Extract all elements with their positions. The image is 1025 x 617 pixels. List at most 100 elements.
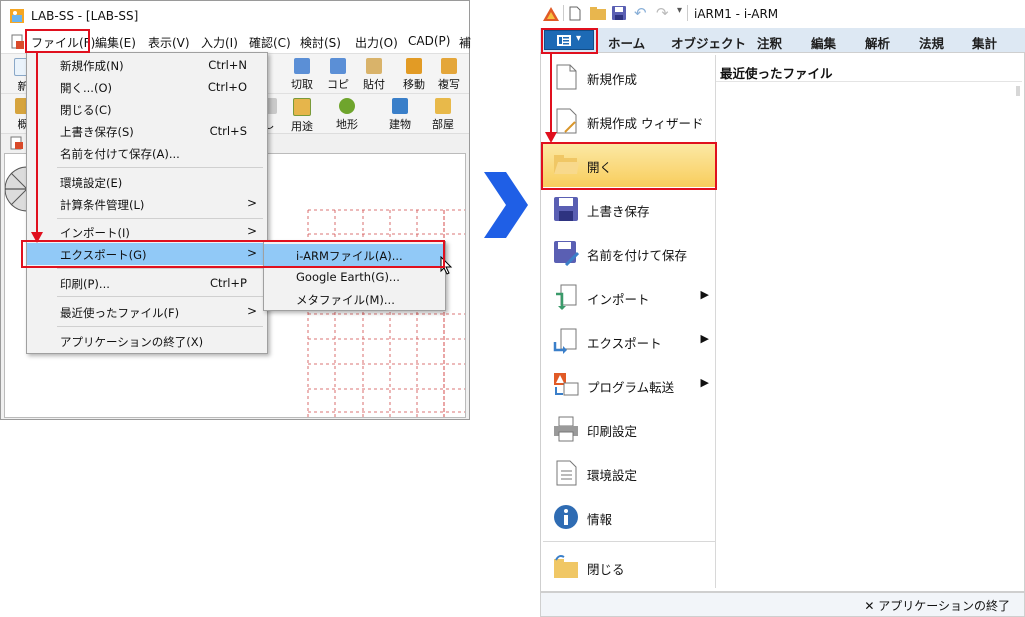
menu-review[interactable]: 検討(S): [300, 34, 341, 51]
tab-tally[interactable]: 集計: [972, 33, 997, 52]
toolbar-usage-button[interactable]: 用途: [286, 96, 318, 134]
recent-files-panel: 最近使ったファイル: [716, 55, 1022, 588]
cut-icon: [294, 58, 310, 74]
application-menu-list: 新規作成 新規作成 ウィザード 開く 上書き保存 名前を付けて保存 インポート …: [543, 55, 716, 588]
copy-icon: [330, 58, 346, 74]
menu-item-recent-files[interactable]: 最近使ったファイル(F) >: [27, 301, 267, 323]
iarm-window: ↶ ↷ ▾ iARM1 - i-ARM ▾ ホーム オブジェクト 注釈 編集 解…: [540, 0, 1025, 617]
file-menu-dropdown: 新規作成(N) Ctrl+N 開く...(O) Ctrl+O 閉じる(C) 上書…: [26, 52, 268, 354]
toolbar-duplicate-button[interactable]: 複写: [433, 56, 465, 92]
import-icon: [556, 284, 577, 310]
toolbar-divider: [687, 5, 688, 21]
guide-arrow-right: [545, 54, 557, 143]
menu-item-new[interactable]: 新規作成(N) Ctrl+N: [27, 54, 267, 76]
new-doc-icon[interactable]: [569, 6, 581, 21]
toolbar-room-button[interactable]: 部屋: [427, 96, 459, 132]
menu-item-save[interactable]: 上書き保存(S) Ctrl+S: [27, 120, 267, 142]
toolbar-building-button[interactable]: 建物: [384, 96, 416, 132]
submenu-arrow-icon: >: [246, 196, 257, 210]
menu-edit[interactable]: 編集(E): [95, 34, 136, 51]
undo-icon[interactable]: ↶: [634, 4, 647, 22]
menu-confirm[interactable]: 確認(C): [249, 34, 291, 51]
highlight-export-row: [21, 240, 445, 268]
app-menu-item-new-wizard[interactable]: 新規作成 ウィザード: [543, 99, 715, 143]
menu-item-exit[interactable]: アプリケーションの終了(X): [27, 330, 267, 352]
menu-output[interactable]: 出力(O): [355, 34, 398, 51]
save-icon: [554, 197, 578, 221]
submenu-arrow-icon: ▶: [700, 288, 709, 301]
save-as-icon: [554, 241, 579, 266]
app-menu-item-save[interactable]: 上書き保存: [543, 187, 715, 231]
menu-item-save-as[interactable]: 名前を付けて保存(A)...: [27, 142, 267, 164]
menu-item-calc-conditions[interactable]: 計算条件管理(L) >: [27, 193, 267, 215]
recent-files-header: 最近使ったファイル: [720, 66, 833, 81]
print-icon: [554, 416, 578, 442]
title-bar: LAB-SS - [LAB-SS]: [1, 1, 469, 31]
highlight-open-item: [541, 142, 717, 190]
submenu-arrow-icon: >: [246, 304, 257, 318]
terrain-icon: [339, 98, 355, 114]
scroll-indicator[interactable]: [1014, 85, 1022, 96]
building-icon: [392, 98, 408, 114]
tab-analysis[interactable]: 解析: [865, 33, 890, 52]
app-menu-item-environment-settings[interactable]: 環境設定: [543, 451, 715, 495]
truck-move-icon: [406, 58, 422, 74]
submenu-arrow-icon: >: [246, 224, 257, 238]
toolbar-divider: [563, 5, 564, 21]
menu-input[interactable]: 入力(I): [201, 34, 238, 51]
menu-cad[interactable]: CAD(P): [408, 34, 450, 48]
toolbar-terrain-button[interactable]: 地形: [331, 96, 363, 132]
menu-separator: [57, 167, 263, 168]
menu-separator: [57, 218, 263, 219]
duplicate-icon: [441, 58, 457, 74]
app-menu-item-print-settings[interactable]: 印刷設定: [543, 407, 715, 451]
tab-regulations[interactable]: 法規: [919, 33, 944, 52]
toolbar-paste-button[interactable]: 貼付: [358, 56, 390, 92]
menu-view[interactable]: 表示(V): [148, 34, 190, 51]
tab-object[interactable]: オブジェクト: [671, 33, 746, 52]
header-divider: [716, 81, 1022, 82]
export-icon: [553, 328, 577, 354]
toolbar-move-button[interactable]: 移動: [398, 56, 430, 92]
app-menu-item-import[interactable]: インポート ▶: [543, 275, 715, 319]
tab-annotation[interactable]: 注釈: [757, 33, 782, 52]
doc-tab-icon[interactable]: [10, 136, 24, 153]
save-icon[interactable]: [612, 6, 626, 20]
menu-separator: [543, 541, 715, 542]
room-icon: [435, 98, 451, 114]
open-folder-icon[interactable]: [590, 7, 607, 20]
app-menu-item-info[interactable]: 情報: [543, 495, 715, 539]
window-title: iARM1 - i-ARM: [694, 7, 779, 21]
redo-icon[interactable]: ↷: [656, 4, 669, 22]
tab-edit[interactable]: 編集: [811, 33, 836, 52]
quick-access-toolbar: ↶ ↷ ▾ iARM1 - i-ARM: [540, 0, 1025, 28]
app-menu-item-program-transfer[interactable]: プログラム転送 ▶: [543, 363, 715, 407]
program-transfer-icon: [554, 373, 579, 396]
menu-item-settings[interactable]: 環境設定(E): [27, 171, 267, 193]
menu-item-close[interactable]: 閉じる(C): [27, 98, 267, 120]
toolbar-cut-button[interactable]: 切取: [286, 56, 318, 92]
app-menu-item-new[interactable]: 新規作成: [543, 55, 715, 99]
menu-separator: [57, 296, 263, 297]
menu-item-open[interactable]: 開く...(O) Ctrl+O: [27, 76, 267, 98]
customize-qat-icon[interactable]: ▾: [677, 5, 682, 16]
menu-separator: [57, 268, 263, 269]
submenu-item-google-earth[interactable]: Google Earth(G)...: [264, 266, 445, 288]
guide-arrow-left: [31, 52, 43, 243]
paste-icon: [366, 58, 382, 74]
ribbon-tab-bar: ▾ ホーム オブジェクト 注釈 編集 解析 法規 集計: [540, 28, 1025, 53]
menu-item-print[interactable]: 印刷(P)... Ctrl+P: [27, 272, 267, 294]
app-menu-item-export[interactable]: エクスポート ▶: [543, 319, 715, 363]
usage-icon: [293, 98, 311, 116]
submenu-item-metafile[interactable]: メタファイル(M)...: [264, 288, 445, 310]
app-menu-item-save-as[interactable]: 名前を付けて保存: [543, 231, 715, 275]
exit-application-button[interactable]: ✕ アプリケーションの終了: [864, 597, 1010, 614]
menu-more[interactable]: 補: [459, 34, 471, 51]
app-menu-item-close[interactable]: 閉じる: [543, 545, 715, 589]
highlight-file-menu: [25, 29, 90, 53]
highlight-app-menu-button: [541, 28, 598, 54]
folder-close-icon: [554, 555, 578, 578]
backstage-footer: ✕ アプリケーションの終了: [540, 592, 1025, 617]
info-icon: [554, 505, 578, 529]
tab-home[interactable]: ホーム: [608, 33, 645, 52]
